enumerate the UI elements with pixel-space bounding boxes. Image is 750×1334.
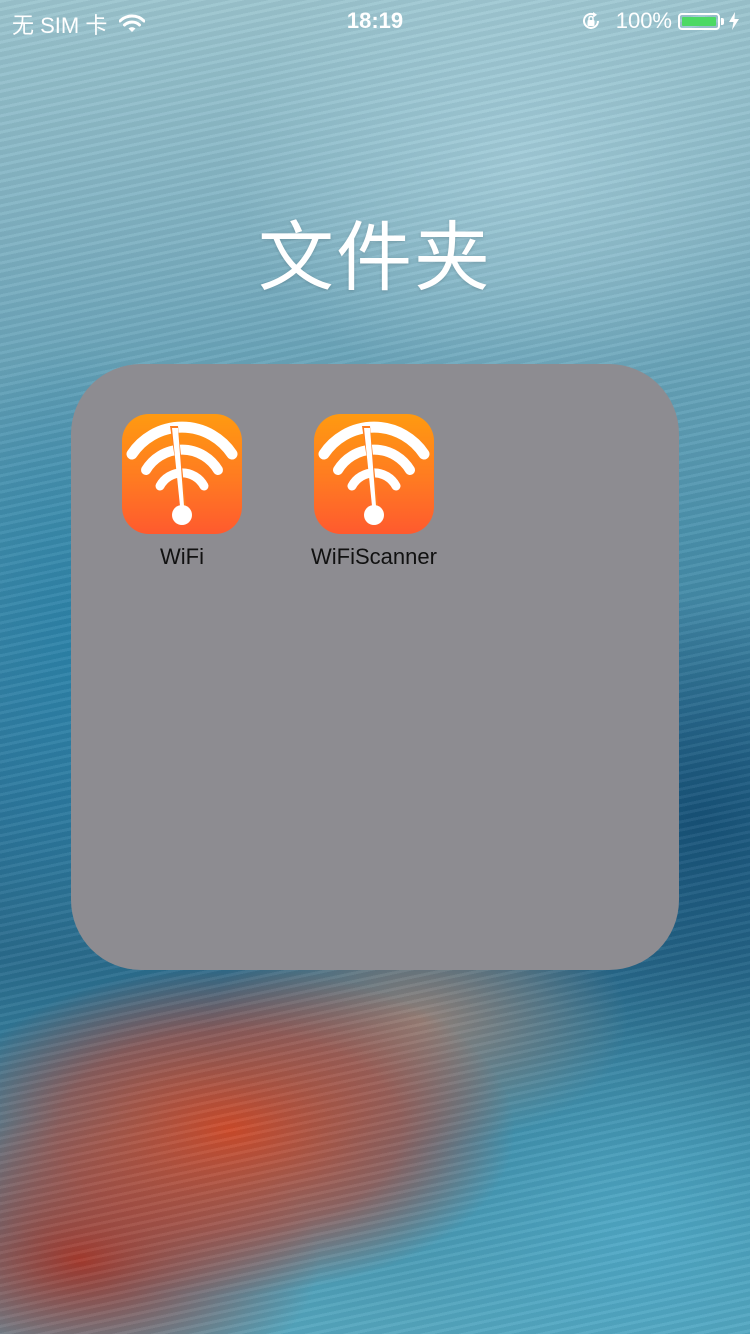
- app-label-wifi: WiFi: [160, 544, 204, 569]
- folder-title[interactable]: 文件夹: [0, 196, 750, 306]
- battery-icon: [678, 12, 724, 30]
- battery-level-fill: [682, 16, 716, 26]
- rotation-lock-icon: [580, 10, 602, 32]
- wifi-app-icon[interactable]: [122, 414, 242, 534]
- status-bar: 无 SIM 卡 18:19 100%: [0, 0, 750, 40]
- wifi-scanner-app-icon[interactable]: [314, 414, 434, 534]
- app-wifi[interactable]: WiFi: [87, 414, 277, 570]
- status-right: 100%: [580, 8, 740, 34]
- app-wifi-scanner[interactable]: WiFiScanner: [279, 414, 469, 570]
- battery-body: [678, 12, 720, 30]
- folder-panel: WiFi WiFiScanner: [71, 364, 679, 970]
- battery-cap: [721, 17, 724, 25]
- charging-bolt-icon: [728, 11, 740, 31]
- battery-percent: 100%: [615, 8, 672, 33]
- app-label-wifi-scanner: WiFiScanner: [311, 544, 437, 569]
